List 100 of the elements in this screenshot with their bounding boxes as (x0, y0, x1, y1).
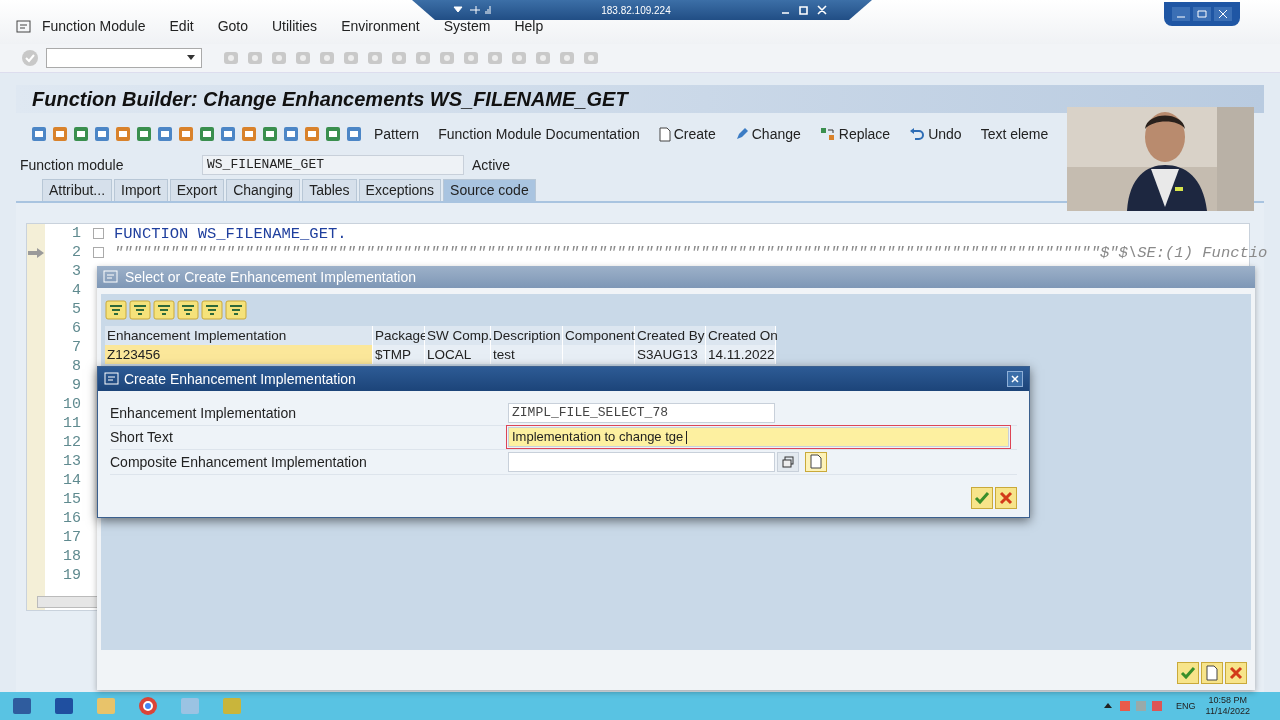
input-field[interactable]: Implementation to change tge (508, 427, 1009, 448)
line-number: 8 (71, 358, 81, 375)
toolbar-button[interactable]: Change (726, 126, 809, 142)
toolbar-button[interactable]: Replace (811, 126, 899, 142)
menu-item[interactable]: System (443, 18, 491, 34)
status-text: Active (472, 157, 511, 173)
line-number: 5 (71, 301, 81, 318)
menu-item[interactable]: Environment (341, 18, 420, 34)
line-number: 3 (71, 263, 81, 280)
cross-icon (1229, 666, 1243, 680)
dialog-icon (103, 270, 119, 284)
menu-icon[interactable] (16, 20, 32, 34)
cancel-button[interactable] (995, 487, 1017, 509)
document-icon (1205, 665, 1219, 681)
line-number: 7 (71, 339, 81, 356)
window-controls[interactable] (1164, 2, 1240, 26)
table-cell: LOCAL (425, 345, 491, 364)
toolbar-button[interactable]: Text eleme (972, 126, 1057, 142)
field-label: Function module (19, 157, 125, 173)
field-label: Enhancement Implementation (110, 404, 297, 421)
new-document-button[interactable] (805, 451, 827, 472)
clock-time[interactable]: 10:58 PM (1208, 695, 1248, 706)
windows-button[interactable] (777, 451, 799, 472)
column-header[interactable]: Created On (706, 326, 776, 345)
line-number: 12 (62, 434, 81, 451)
column-header[interactable]: Enhancement Implementation (105, 326, 373, 345)
document-icon (810, 454, 822, 470)
tab[interactable]: Attribut... (42, 179, 113, 201)
line-number: 6 (71, 320, 81, 337)
column-header[interactable]: Description (491, 326, 563, 345)
table-cell: S3AUG13 (635, 345, 706, 364)
horizontal-scrollbar[interactable] (37, 596, 99, 608)
line-number: 4 (71, 282, 81, 299)
column-header[interactable]: SW Comp. (425, 326, 491, 345)
check-icon (1180, 666, 1196, 680)
toolbar-button[interactable]: Undo (901, 126, 970, 142)
tab[interactable]: Tables (302, 179, 357, 201)
browser-icon[interactable] (136, 695, 160, 717)
line-number: 11 (62, 415, 81, 432)
check-icon (974, 491, 990, 505)
field-label: Composite Enhancement Implementation (110, 453, 368, 470)
tab[interactable]: Exceptions (358, 179, 442, 201)
function-module-field[interactable]: WS_FILENAME_GET (202, 155, 464, 175)
line-number: 15 (62, 491, 81, 508)
table-cell (563, 345, 635, 364)
toolbar-button[interactable]: Function Module Documentation (430, 126, 648, 142)
dialog-title: Select or Create Enhancement Implementation (125, 269, 417, 285)
line-number: 19 (62, 567, 81, 584)
tab[interactable]: Import (114, 179, 168, 201)
confirm-button[interactable] (1177, 662, 1199, 684)
cancel-button[interactable] (1225, 662, 1247, 684)
command-field[interactable] (46, 48, 202, 68)
menu-item[interactable]: Help (514, 18, 544, 34)
line-number: 9 (71, 377, 81, 394)
line-number: 14 (62, 472, 81, 489)
table-cell: 14.11.2022 (706, 345, 776, 364)
clock-date[interactable]: 11/14/2022 (1205, 706, 1250, 717)
dialog-title: Create Enhancement Implementation (124, 371, 357, 387)
column-header[interactable]: Created By (635, 326, 706, 345)
fold-toggle[interactable] (93, 247, 104, 258)
line-number: 10 (62, 396, 81, 413)
close-icon (1011, 375, 1019, 383)
check-icon[interactable] (20, 48, 40, 68)
remote-address: 183.82.109.224 (601, 4, 671, 16)
pencil-icon (734, 127, 749, 141)
tab[interactable]: Source code (443, 179, 536, 201)
code-line: FUNCTION WS_FILENAME_GET. (114, 224, 347, 243)
fold-toggle[interactable] (93, 228, 104, 239)
menu-item[interactable]: Function Module (42, 18, 146, 34)
line-number: 17 (62, 529, 81, 546)
language-indicator[interactable]: ENG (1176, 701, 1196, 711)
code-line: """"""""""""""""""""""""""""""""""""""""""""""""""""""""""""""""""""""""""""""""""""""""""""""""""""""""""$"$\SE:(1) Functio (114, 243, 1268, 262)
dropdown-icon[interactable] (187, 55, 195, 61)
toolbar-button[interactable]: Pattern (366, 126, 428, 142)
close-button[interactable] (1007, 371, 1023, 387)
table-cell: Z123456 (105, 345, 373, 364)
table-cell: test (491, 345, 563, 364)
dialog-icon (104, 372, 120, 386)
field-label: Short Text (110, 429, 174, 446)
menu-item[interactable]: Utilities (272, 18, 318, 34)
replace-icon (819, 127, 836, 141)
tab[interactable]: Changing (226, 179, 301, 201)
document-icon (658, 126, 671, 142)
undo-icon (909, 127, 926, 141)
input-field[interactable] (508, 451, 775, 472)
cross-icon (999, 491, 1013, 505)
line-number: 16 (62, 510, 81, 527)
filter-icon[interactable] (129, 300, 151, 320)
line-number: 18 (62, 548, 81, 565)
toolbar-button[interactable]: Create (650, 126, 724, 142)
column-header[interactable]: Package (373, 326, 425, 345)
menu-item[interactable]: Goto (217, 18, 248, 34)
menu-item[interactable]: Edit (169, 18, 194, 34)
input-field[interactable]: ZIMPL_FILE_SELECT_78 (508, 402, 775, 423)
new-document-button[interactable] (1201, 662, 1223, 684)
tab[interactable]: Export (169, 179, 225, 201)
column-header[interactable]: Component (563, 326, 635, 345)
confirm-button[interactable] (971, 487, 993, 509)
table-cell: $TMP (373, 345, 425, 364)
line-number: 13 (62, 453, 81, 470)
